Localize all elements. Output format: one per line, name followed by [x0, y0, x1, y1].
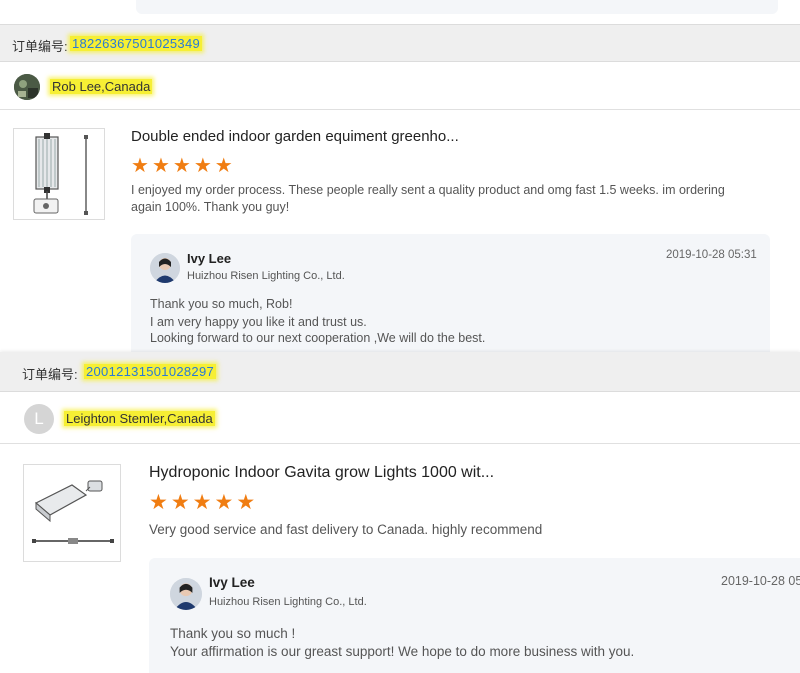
star-icon: ★ [236, 490, 256, 514]
previous-reply-box [136, 0, 778, 14]
reply-line: Your affirmation is our greast support! … [170, 644, 635, 659]
buyer-name: Leighton Stemler,Canada [64, 411, 215, 426]
reply-date: 2019-10-28 05:31 [666, 249, 757, 261]
seller-reply-box: Ivy Lee Huizhou Risen Lighting Co., Ltd.… [149, 558, 800, 673]
seller-reply-box: Ivy Lee Huizhou Risen Lighting Co., Ltd.… [131, 234, 770, 352]
star-icon: ★ [214, 490, 234, 514]
order-label: 订单编号: [22, 367, 78, 382]
reply-line: Thank you so much ! [170, 626, 296, 641]
reply-line: Looking forward to our next cooperation … [150, 331, 486, 345]
seller-avatar [150, 253, 180, 283]
buyer-name: Rob Lee,Canada [50, 79, 153, 94]
star-icon: ★ [192, 490, 212, 514]
seller-name: Ivy Lee [209, 575, 255, 590]
product-title-link[interactable]: Double ended indoor garden equiment gree… [131, 128, 459, 145]
order-label: 订单编号: [12, 39, 68, 54]
seller-name: Ivy Lee [187, 251, 232, 266]
seller-company: Huizhou Risen Lighting Co., Ltd. [187, 270, 345, 282]
review-card: 订单编号: 20012131501028297 L Leighton Steml… [0, 352, 800, 673]
order-bar: 订单编号: 20012131501028297 [0, 352, 800, 392]
review-text: Very good service and fast delivery to C… [149, 521, 769, 538]
order-bar: 订单编号: 18226367501025349 [0, 24, 800, 62]
review-line: I enjoyed my order process. These people… [131, 183, 725, 197]
star-icon: ★ [172, 153, 191, 177]
star-icon: ★ [151, 153, 170, 177]
avatar-letter: L [34, 409, 44, 428]
buyer-row: Rob Lee,Canada [0, 62, 800, 110]
seller-company: Huizhou Risen Lighting Co., Ltd. [209, 596, 367, 608]
seller-avatar [170, 578, 202, 610]
star-icon: ★ [170, 490, 190, 514]
buyer-avatar: L [24, 404, 54, 434]
grow-light-icon [32, 480, 114, 544]
order-number-link[interactable]: 18226367501025349 [70, 36, 203, 51]
star-icon: ★ [149, 490, 168, 514]
review-line: Very good service and fast delivery to C… [149, 522, 543, 537]
reply-line: I am very happy you like it and trust us… [150, 315, 367, 329]
product-title-link[interactable]: Hydroponic Indoor Gavita grow Lights 100… [149, 464, 494, 482]
star-icon: ★ [131, 153, 149, 177]
buyer-row: L Leighton Stemler,Canada [0, 392, 800, 444]
product-thumbnail[interactable] [23, 464, 121, 562]
review-text: I enjoyed my order process. These people… [131, 182, 751, 216]
star-rating: ★ ★ ★ ★ ★ [149, 490, 256, 514]
buyer-avatar [14, 74, 40, 100]
reply-date: 2019-10-28 05: [721, 574, 800, 588]
star-rating: ★ ★ ★ ★ ★ [131, 155, 233, 175]
star-icon: ★ [193, 153, 212, 177]
order-number-link[interactable]: 20012131501028297 [84, 364, 217, 379]
star-icon: ★ [214, 153, 233, 177]
product-thumbnail[interactable] [13, 128, 105, 220]
lamp-fixture-icon [33, 133, 88, 215]
reply-line: Thank you so much, Rob! [150, 297, 293, 311]
review-card: 订单编号: 18226367501025349 Rob Lee,Canada D… [0, 0, 800, 352]
review-line: again 100%. Thank you guy! [131, 200, 290, 214]
